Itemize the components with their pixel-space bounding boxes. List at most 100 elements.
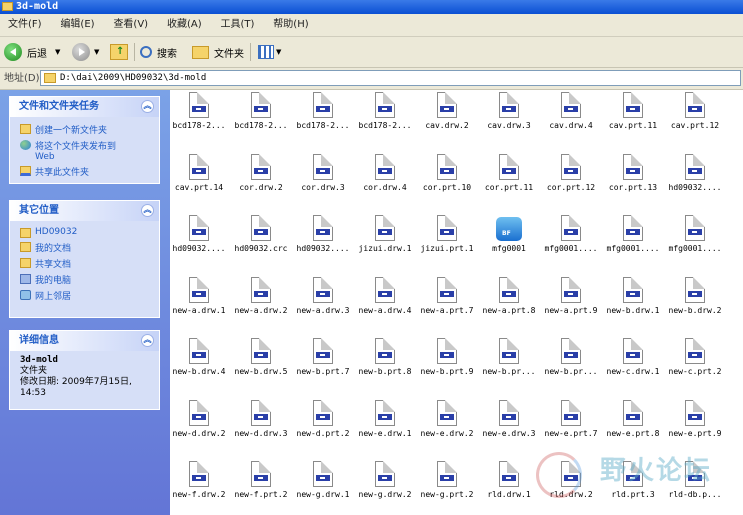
file-item[interactable]: new-b.drw.1 — [602, 275, 664, 331]
forward-button[interactable]: ▼ — [72, 41, 99, 63]
file-item[interactable]: jizui.drw.1 — [354, 213, 416, 269]
file-item[interactable]: mfg — [726, 213, 743, 269]
menu-edit[interactable]: 编辑(E) — [52, 14, 102, 36]
file-item[interactable]: cav — [726, 90, 743, 146]
menu-tools[interactable]: 工具(T) — [213, 14, 263, 36]
file-item[interactable]: new-e.prt.7 — [540, 398, 602, 454]
menu-file[interactable]: 文件(F) — [0, 14, 50, 36]
file-item[interactable]: bcd178-2... — [230, 90, 292, 146]
file-item[interactable]: new-c.drw.1 — [602, 336, 664, 392]
task-publish-web[interactable]: 将这个文件夹发布到 Web — [20, 139, 159, 162]
place-network[interactable]: 网上邻居 — [20, 289, 159, 302]
file-item[interactable]: bcd178-2... — [170, 90, 230, 146]
file-item[interactable]: jizui.prt.1 — [416, 213, 478, 269]
file-item[interactable]: hd09032.... — [664, 152, 726, 208]
file-item[interactable]: mfg0001.... — [602, 213, 664, 269]
file-item[interactable]: new-b.drw.4 — [170, 336, 230, 392]
menu-help[interactable]: 帮助(H) — [265, 14, 316, 36]
place-my-computer[interactable]: 我的电脑 — [20, 273, 159, 286]
place-hd09032[interactable]: HD09032 — [20, 227, 159, 238]
file-item[interactable]: mfg0001.... — [664, 213, 726, 269]
collapse-chevron-icon[interactable]: ︽ — [141, 334, 154, 347]
back-button[interactable]: 后退 ▼ — [4, 41, 60, 63]
file-item[interactable]: new-d.drw.3 — [230, 398, 292, 454]
up-folder-button[interactable]: ↑ — [110, 41, 128, 63]
file-item[interactable]: rld.drw.1 — [478, 459, 540, 515]
file-item[interactable]: new-d.drw.2 — [170, 398, 230, 454]
file-item[interactable]: new-b.drw.2 — [664, 275, 726, 331]
file-item[interactable]: new-c.prt.2 — [664, 336, 726, 392]
file-item[interactable]: new-b.prt.7 — [292, 336, 354, 392]
file-item[interactable]: new — [726, 275, 743, 331]
file-item[interactable]: new-b.drw.5 — [230, 336, 292, 392]
file-item[interactable]: new-e.prt.9 — [664, 398, 726, 454]
file-item[interactable]: cor.prt.11 — [478, 152, 540, 208]
file-item[interactable]: new — [726, 398, 743, 454]
file-item[interactable]: new-a.drw.4 — [354, 275, 416, 331]
file-item[interactable]: rld.prt.3 — [602, 459, 664, 515]
file-item[interactable]: cav.drw.3 — [478, 90, 540, 146]
file-item[interactable]: rld — [726, 459, 743, 515]
file-item[interactable]: mfg0001.... — [540, 213, 602, 269]
file-item[interactable]: new — [726, 336, 743, 392]
file-item[interactable]: new-b.pr... — [540, 336, 602, 392]
file-item[interactable]: cor.prt.13 — [602, 152, 664, 208]
file-item[interactable]: hd09032.... — [292, 213, 354, 269]
file-item[interactable]: new-f.prt.2 — [230, 459, 292, 515]
file-item[interactable]: bcd178-2... — [292, 90, 354, 146]
file-item[interactable]: new-a.prt.7 — [416, 275, 478, 331]
file-item[interactable]: new-b.pr... — [478, 336, 540, 392]
file-item[interactable]: cor.prt.10 — [416, 152, 478, 208]
file-item[interactable]: new-e.prt.8 — [602, 398, 664, 454]
file-item[interactable]: new-e.drw.2 — [416, 398, 478, 454]
file-item[interactable]: new-g.prt.2 — [416, 459, 478, 515]
panel-header[interactable]: 文件和文件夹任务 ︽ — [10, 97, 159, 117]
file-item[interactable]: new-f.drw.2 — [170, 459, 230, 515]
file-item[interactable]: new-a.prt.9 — [540, 275, 602, 331]
task-new-folder[interactable]: 创建一个新文件夹 — [20, 123, 159, 136]
file-item[interactable]: cor.drw.2 — [230, 152, 292, 208]
file-item[interactable]: cav.drw.4 — [540, 90, 602, 146]
collapse-chevron-icon[interactable]: ︽ — [141, 100, 154, 113]
menu-view[interactable]: 查看(V) — [105, 14, 156, 36]
file-item[interactable]: new-a.drw.1 — [170, 275, 230, 331]
file-item[interactable]: cor.prt.12 — [540, 152, 602, 208]
file-item[interactable]: new-a.prt.8 — [478, 275, 540, 331]
file-item[interactable]: new-a.drw.2 — [230, 275, 292, 331]
file-item[interactable]: new-b.prt.9 — [416, 336, 478, 392]
file-item[interactable]: bcd178-2... — [354, 90, 416, 146]
file-item[interactable]: cor.drw.4 — [354, 152, 416, 208]
file-item[interactable]: new-d.prt.2 — [292, 398, 354, 454]
file-item[interactable]: new-a.drw.3 — [292, 275, 354, 331]
file-item[interactable]: mfg0001 — [478, 213, 540, 269]
search-button[interactable]: 搜索 — [140, 41, 177, 63]
file-item[interactable]: new-e.drw.3 — [478, 398, 540, 454]
dropdown-arrow-icon[interactable]: ▼ — [94, 48, 99, 56]
file-item[interactable]: cav.drw.2 — [416, 90, 478, 146]
dropdown-arrow-icon[interactable]: ▼ — [55, 48, 60, 56]
file-item[interactable]: hd0 — [726, 152, 743, 208]
file-item[interactable]: new-e.drw.1 — [354, 398, 416, 454]
file-item[interactable]: new-g.drw.1 — [292, 459, 354, 515]
file-item[interactable]: rld.drw.2 — [540, 459, 602, 515]
task-share-folder[interactable]: 共享此文件夹 — [20, 165, 159, 178]
panel-header[interactable]: 其它位置 ︽ — [10, 201, 159, 221]
file-item[interactable]: cav.prt.12 — [664, 90, 726, 146]
file-item[interactable]: cor.drw.3 — [292, 152, 354, 208]
file-item[interactable]: cav.prt.11 — [602, 90, 664, 146]
place-shared-documents[interactable]: 共享文档 — [20, 257, 159, 270]
address-input[interactable]: D:\dai\2009\HD09032\3d-mold — [40, 70, 741, 86]
file-item[interactable]: hd09032.crc — [230, 213, 292, 269]
file-item[interactable]: new-g.drw.2 — [354, 459, 416, 515]
folders-button[interactable]: 文件夹 — [192, 41, 244, 63]
file-item[interactable]: hd09032.... — [170, 213, 230, 269]
collapse-chevron-icon[interactable]: ︽ — [141, 204, 154, 217]
panel-header[interactable]: 详细信息 ︽ — [10, 331, 159, 351]
place-my-documents[interactable]: 我的文档 — [20, 241, 159, 254]
file-item[interactable]: new-b.prt.8 — [354, 336, 416, 392]
file-item[interactable]: cav.prt.14 — [170, 152, 230, 208]
file-item[interactable]: rld-db.p... — [664, 459, 726, 515]
my-documents-icon — [20, 242, 31, 252]
menu-favorites[interactable]: 收藏(A) — [159, 14, 210, 36]
views-button[interactable]: ▼ — [258, 41, 281, 63]
